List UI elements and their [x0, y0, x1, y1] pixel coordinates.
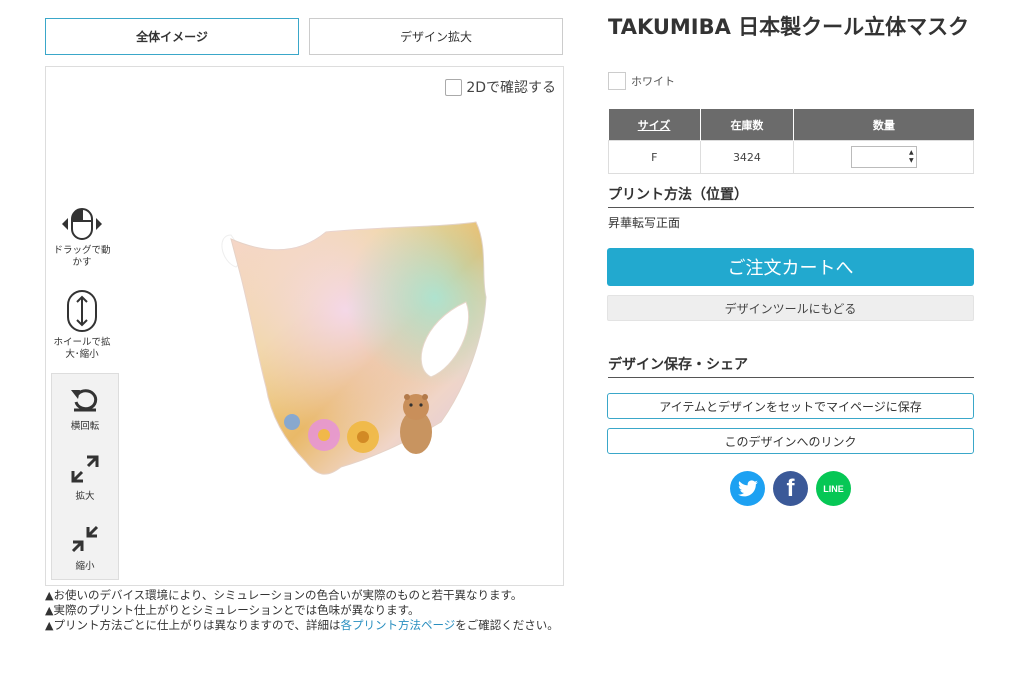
mask-3d-viewer[interactable]: 2Dで確認する ドラッグで動かす ホイールで拡大･縮小 横回転 拡大 縮小 [45, 66, 564, 586]
drag-hint: ドラッグで動かす [52, 207, 112, 269]
tab-design-zoom[interactable]: デザイン拡大 [309, 18, 563, 55]
note-device: ▲お使いのデバイス環境により、シミュレーションの色合いが実際のものと若干異なりま… [45, 588, 523, 602]
note-print: ▲実際のプリント仕上がりとシミュレーションとでは色味が異なります。 [45, 603, 420, 617]
drag-hint-label: ドラッグで動かす [53, 245, 111, 268]
quantity-cell: ▲ ▼ [793, 140, 974, 174]
quantity-header: 数量 [793, 109, 974, 141]
print-method-value: 昇華転写正面 [608, 216, 681, 230]
wheel-hint: ホイールで拡大･縮小 [52, 289, 112, 361]
design-link-button[interactable]: このデザインへのリンク [607, 428, 974, 454]
size-header-link[interactable]: サイズ [608, 109, 701, 141]
notes: ▲お使いのデバイス環境により、シミュレーションの色合いが実際のものと若干異なりま… [45, 588, 565, 635]
print-method-link[interactable]: 各プリント方法ページ [341, 618, 456, 632]
rotate-button[interactable]: 横回転 [52, 386, 118, 432]
quantity-stepper[interactable]: ▲ ▼ [850, 146, 917, 168]
note-method: ▲プリント方法ごとに仕上がりは異なりますので、詳細は各プリント方法ページをご確認… [45, 618, 559, 632]
check-2d-checkbox[interactable] [445, 78, 463, 96]
line-label: LINE [823, 483, 844, 494]
twitter-icon[interactable] [730, 471, 765, 506]
check-2d[interactable]: 2Dで確認する [445, 77, 556, 97]
stepper-arrows-icon[interactable]: ▲ ▼ [909, 149, 914, 165]
rotate-icon [71, 389, 98, 412]
color-option[interactable]: ホワイト [608, 72, 675, 90]
zoom-out-button[interactable]: 縮小 [52, 524, 118, 572]
facebook-f-glyph: f [786, 474, 795, 502]
view-toolbox: 横回転 拡大 縮小 [51, 373, 119, 580]
zoom-out-label: 縮小 [75, 561, 95, 572]
mouse-wheel-icon [67, 290, 97, 332]
twitter-bird-icon [737, 479, 758, 496]
save-to-mypage-button[interactable]: アイテムとデザインをセットでマイページに保存 [607, 393, 974, 419]
mouse-drag-icon [62, 208, 102, 240]
table-row: F 3424 ▲ ▼ [608, 140, 974, 174]
color-swatch[interactable] [608, 72, 626, 90]
view-tabs: 全体イメージ デザイン拡大 [45, 18, 564, 57]
check-2d-label: 2Dで確認する [466, 80, 556, 96]
line-icon[interactable]: LINE [816, 471, 851, 506]
save-share-heading: デザイン保存・シェア [608, 354, 974, 378]
rotate-label: 横回転 [70, 421, 100, 432]
print-method-heading: プリント方法（位置） [608, 184, 974, 208]
zoom-in-button[interactable]: 拡大 [52, 454, 118, 502]
expand-icon [71, 455, 99, 483]
product-title: TAKUMIBA 日本製クール立体マスク [608, 15, 970, 39]
zoom-in-label: 拡大 [75, 491, 95, 502]
shrink-icon [71, 525, 99, 553]
size-cell: F [608, 140, 701, 174]
stock-table: サイズ 在庫数 数量 F 3424 ▲ ▼ [608, 109, 974, 174]
wheel-hint-label: ホイールで拡大･縮小 [53, 337, 111, 360]
mask-preview-image [221, 221, 487, 475]
facebook-icon[interactable]: f [773, 471, 808, 506]
color-name: ホワイト [631, 75, 675, 88]
order-cart-button[interactable]: ご注文カートへ [607, 248, 974, 286]
stock-header: 在庫数 [700, 109, 795, 141]
tab-overall-image[interactable]: 全体イメージ [45, 18, 299, 55]
back-to-design-tool-button[interactable]: デザインツールにもどる [607, 295, 974, 321]
stock-cell: 3424 [699, 140, 795, 174]
